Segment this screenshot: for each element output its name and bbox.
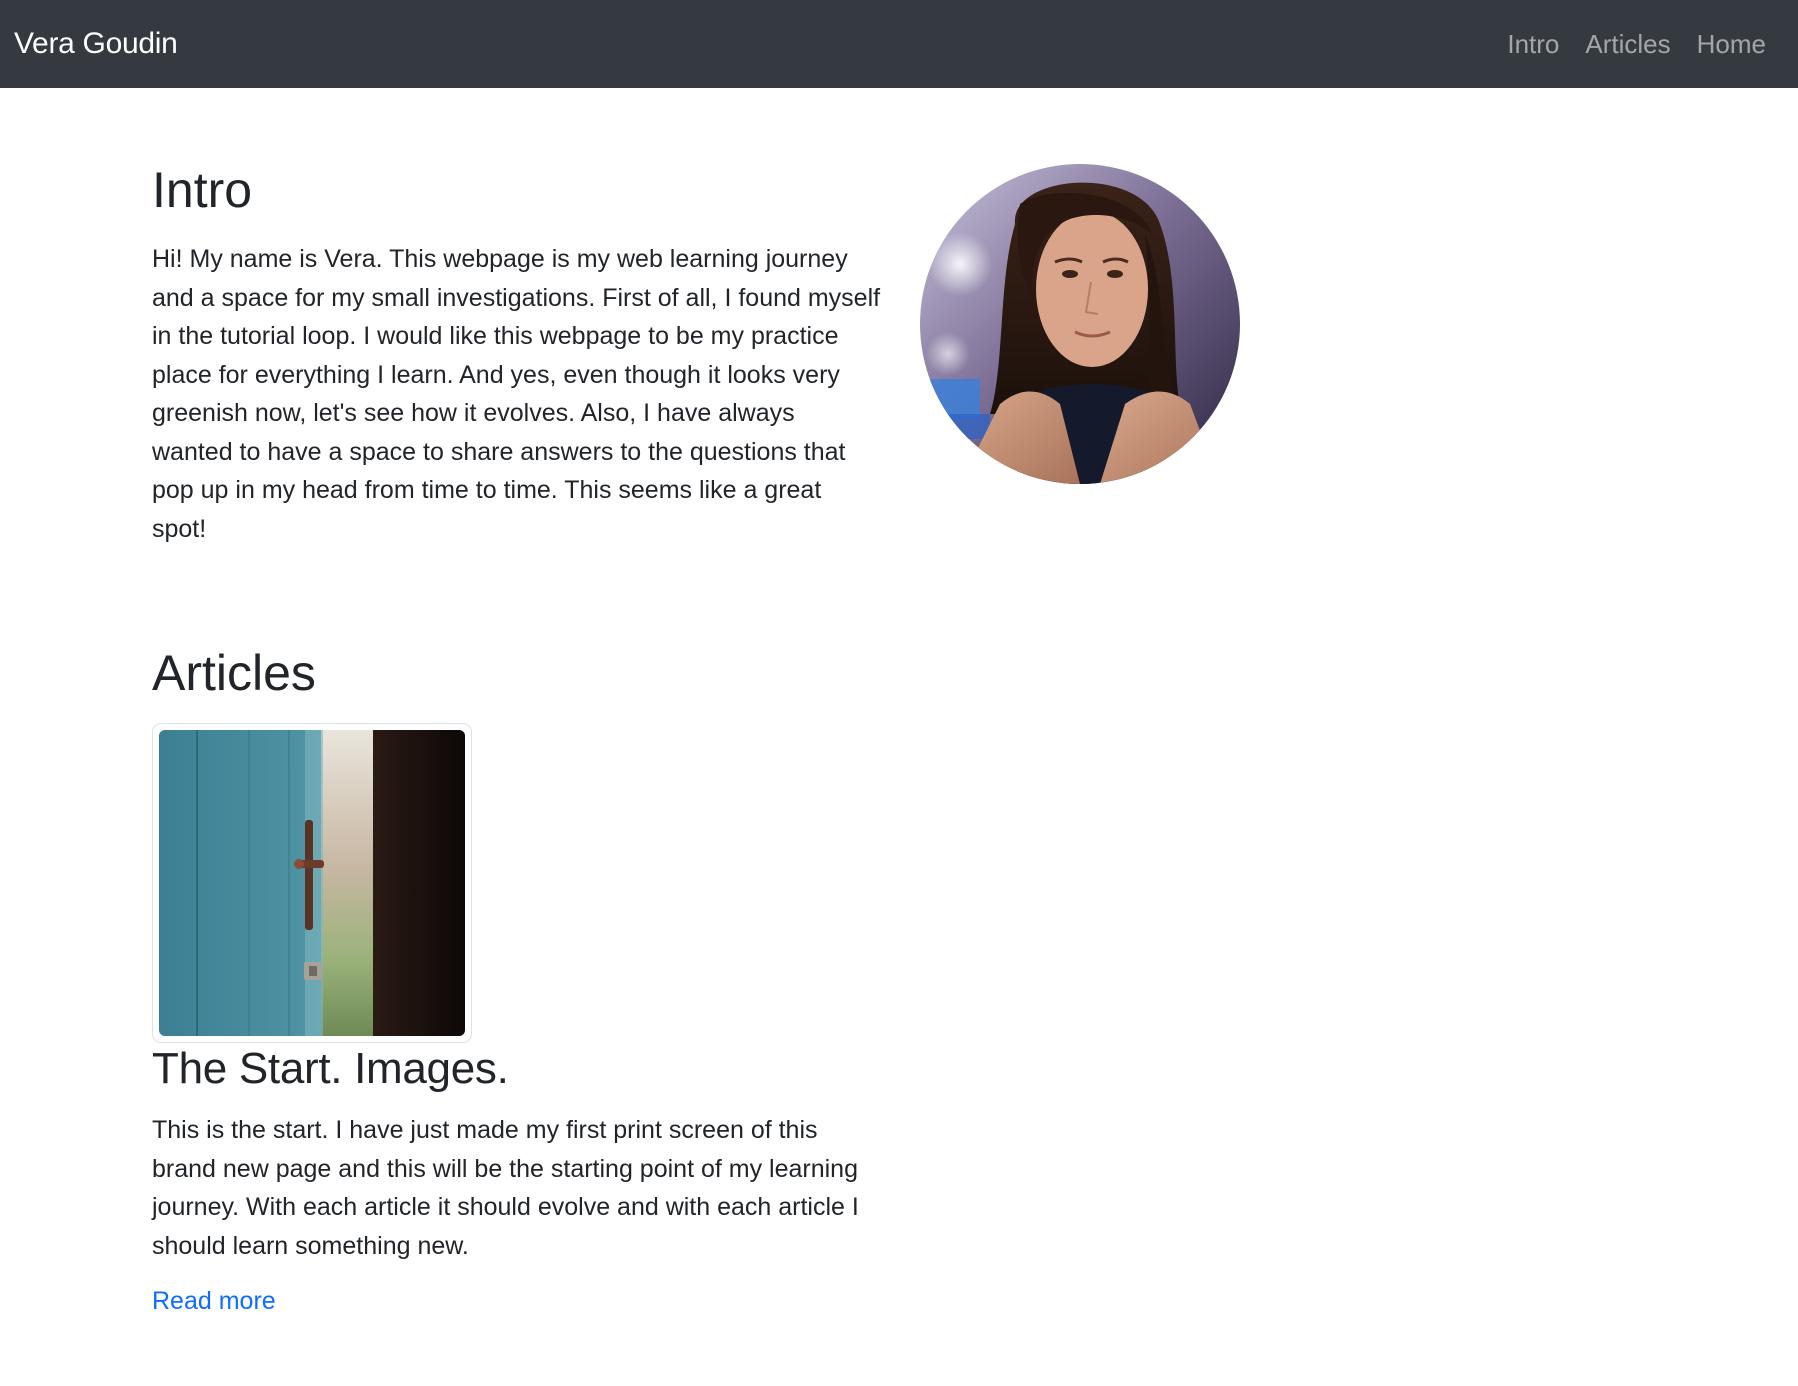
nav-link-intro[interactable]: Intro bbox=[1507, 29, 1559, 60]
nav-link-articles[interactable]: Articles bbox=[1585, 29, 1670, 60]
intro-paragraph: Hi! My name is Vera. This webpage is my … bbox=[152, 245, 881, 543]
read-more-link[interactable]: Read more bbox=[152, 1287, 276, 1316]
article-thumbnail bbox=[152, 723, 472, 1043]
brand-link[interactable]: Vera Goudin bbox=[14, 27, 178, 61]
intro-heading: Intro bbox=[152, 162, 253, 218]
nav-links: Intro Articles Home bbox=[1507, 29, 1766, 60]
door-image bbox=[159, 730, 465, 1036]
article-title: The Start. Images. bbox=[152, 1044, 509, 1093]
profile-photo bbox=[920, 164, 1240, 484]
articles-heading: Articles bbox=[152, 645, 316, 701]
article-excerpt: This is the start. I have just made my f… bbox=[152, 1116, 859, 1260]
top-navbar: Vera Goudin Intro Articles Home bbox=[0, 0, 1798, 88]
nav-link-home[interactable]: Home bbox=[1697, 29, 1766, 60]
